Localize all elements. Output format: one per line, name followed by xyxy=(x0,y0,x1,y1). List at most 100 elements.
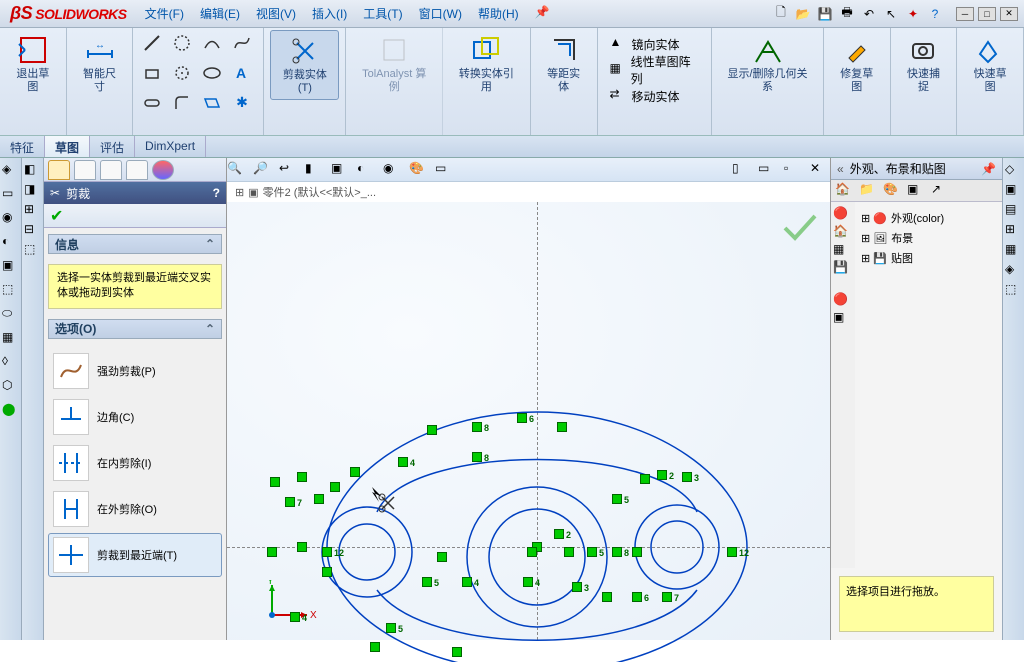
sketch-handle[interactable] xyxy=(557,422,567,432)
ct-hide-show-icon[interactable]: ◉ xyxy=(383,161,403,179)
sketch-handle[interactable] xyxy=(727,547,737,557)
rt-icon[interactable]: ◇ xyxy=(1005,162,1022,176)
rapid-sketch-button[interactable]: 快速草图 xyxy=(963,30,1017,98)
sketch-handle[interactable] xyxy=(462,577,472,587)
rp-tab-icon[interactable]: ▣ xyxy=(907,182,927,200)
open-icon[interactable]: 📂 xyxy=(794,5,812,23)
sketch-handle[interactable] xyxy=(662,592,672,602)
offset-entities-button[interactable]: 等距实体 xyxy=(537,30,591,98)
sketch-handle[interactable] xyxy=(297,472,307,482)
line-tool[interactable] xyxy=(139,30,165,56)
sketch-handle[interactable] xyxy=(612,547,622,557)
ct-prev-view-icon[interactable]: ↩ xyxy=(279,161,299,179)
sketch-handle[interactable] xyxy=(422,577,432,587)
rt-icon[interactable]: ▣ xyxy=(1005,182,1022,196)
ct-viewport-icon[interactable]: ▯ xyxy=(732,161,752,179)
sketch-handle[interactable] xyxy=(612,494,622,504)
point-tool[interactable]: ✱ xyxy=(229,90,255,116)
sketch-handle[interactable] xyxy=(427,425,437,435)
sketch-handle[interactable] xyxy=(682,472,692,482)
sketch-canvas[interactable]: X Y 86824753121255844367524 xyxy=(227,202,830,640)
sketch-handle[interactable] xyxy=(640,474,650,484)
lt-icon[interactable]: ◈ xyxy=(2,162,20,180)
trim-entities-button[interactable]: 剪裁实体(T) xyxy=(270,30,339,100)
lt2-icon[interactable]: ◨ xyxy=(24,182,41,196)
lt-icon[interactable]: ⬡ xyxy=(2,378,20,396)
ct-viewport-icon[interactable]: ▭ xyxy=(758,161,778,179)
tab-sketch[interactable]: 草图 xyxy=(45,136,90,157)
select-icon[interactable]: ↖ xyxy=(882,5,900,23)
menu-view[interactable]: 视图(V) xyxy=(248,0,304,27)
rt-icon[interactable]: ⬚ xyxy=(1005,282,1022,296)
sketch-handle[interactable] xyxy=(472,452,482,462)
option-trim-outside[interactable]: 在外剪除(O) xyxy=(48,487,222,531)
print-icon[interactable]: 🖶 xyxy=(838,5,856,23)
circle-tool[interactable] xyxy=(169,30,195,56)
rt-icon[interactable]: ▦ xyxy=(1005,242,1022,256)
info-section-header[interactable]: 信息⌃ xyxy=(48,234,222,254)
options-section-header[interactable]: 选项(O)⌃ xyxy=(48,319,222,339)
sketch-handle[interactable] xyxy=(527,547,537,557)
rp-tab-icon[interactable]: ↗ xyxy=(931,182,951,200)
lt2-icon[interactable]: ⬚ xyxy=(24,242,41,256)
ct-section-icon[interactable]: ▮ xyxy=(305,161,325,179)
menu-window[interactable]: 窗口(W) xyxy=(411,0,470,27)
pm-tab-5[interactable] xyxy=(152,160,174,180)
repair-sketch-button[interactable]: 修复草图 xyxy=(830,30,884,98)
sketch-handle[interactable] xyxy=(270,477,280,487)
ct-display-style-icon[interactable]: ◐ xyxy=(357,161,377,179)
help-icon[interactable]: ? xyxy=(926,5,944,23)
rp-side-icon[interactable]: 💾 xyxy=(833,260,853,274)
pm-tab-3[interactable] xyxy=(100,160,122,180)
lt-icon[interactable]: ⬤ xyxy=(2,402,20,420)
tab-evaluate[interactable]: 评估 xyxy=(90,136,135,157)
rp-tab-icon[interactable]: 🎨 xyxy=(883,182,903,200)
ct-zoom-fit-icon[interactable]: 🔍 xyxy=(227,161,247,179)
lt-icon[interactable]: ◉ xyxy=(2,210,20,228)
sketch-handle[interactable] xyxy=(632,592,642,602)
lt-icon[interactable]: ◐ xyxy=(2,234,20,252)
lt-icon[interactable]: ▦ xyxy=(2,330,20,348)
rp-side-icon[interactable]: 🔴 xyxy=(833,206,853,220)
sketch-handle[interactable] xyxy=(350,467,360,477)
ellipse-tool[interactable] xyxy=(199,60,225,86)
lt2-icon[interactable]: ⊟ xyxy=(24,222,41,236)
sketch-handle[interactable] xyxy=(290,612,300,622)
rp-side-icon[interactable]: 🔴 xyxy=(833,292,853,306)
sketch-handle[interactable] xyxy=(398,457,408,467)
save-icon[interactable]: 💾 xyxy=(816,5,834,23)
pm-tab-2[interactable] xyxy=(74,160,96,180)
ct-zoom-area-icon[interactable]: 🔎 xyxy=(253,161,273,179)
menu-tools[interactable]: 工具(T) xyxy=(355,0,410,27)
sketch-handle[interactable] xyxy=(322,567,332,577)
back-icon[interactable]: « xyxy=(837,162,844,176)
sketch-handle[interactable] xyxy=(517,413,527,423)
undo-icon[interactable]: ↶ xyxy=(860,5,878,23)
menu-help[interactable]: 帮助(H) xyxy=(470,0,527,27)
option-trim-inside[interactable]: 在内剪除(I) xyxy=(48,441,222,485)
sketch-handle[interactable] xyxy=(657,470,667,480)
sketch-handle[interactable] xyxy=(386,623,396,633)
new-icon[interactable]: 🗋 xyxy=(772,5,790,23)
rp-tab-icon[interactable]: 🏠 xyxy=(835,182,855,200)
maximize-button[interactable]: □ xyxy=(978,7,996,21)
menu-edit[interactable]: 编辑(E) xyxy=(192,0,248,27)
smart-dimension-button[interactable]: ↔ 智能尺寸 xyxy=(73,30,127,98)
pin-icon[interactable]: 📌 xyxy=(981,162,996,176)
sketch-handle[interactable] xyxy=(285,497,295,507)
convert-entities-button[interactable]: 转换实体引用 xyxy=(449,30,524,98)
ok-checkmark-icon[interactable]: ✔ xyxy=(50,206,63,226)
ct-scene-icon[interactable]: ▭ xyxy=(435,161,455,179)
sketch-handle[interactable] xyxy=(472,422,482,432)
tree-decal[interactable]: ⊞ 💾 贴图 xyxy=(861,248,996,268)
sketch-handle[interactable] xyxy=(322,547,332,557)
pm-help-icon[interactable]: ? xyxy=(213,186,220,200)
lt2-icon[interactable]: ⊞ xyxy=(24,202,41,216)
tab-dimxpert[interactable]: DimXpert xyxy=(135,136,206,157)
display-delete-relations-button[interactable]: 显示/删除几何关系 xyxy=(718,30,817,98)
sketch-handle[interactable] xyxy=(314,494,324,504)
ct-appearance-icon[interactable]: 🎨 xyxy=(409,161,429,179)
rt-icon[interactable]: ⊞ xyxy=(1005,222,1022,236)
rp-tab-icon[interactable]: 📁 xyxy=(859,182,879,200)
exit-sketch-button[interactable]: 退出草图 xyxy=(6,30,60,98)
